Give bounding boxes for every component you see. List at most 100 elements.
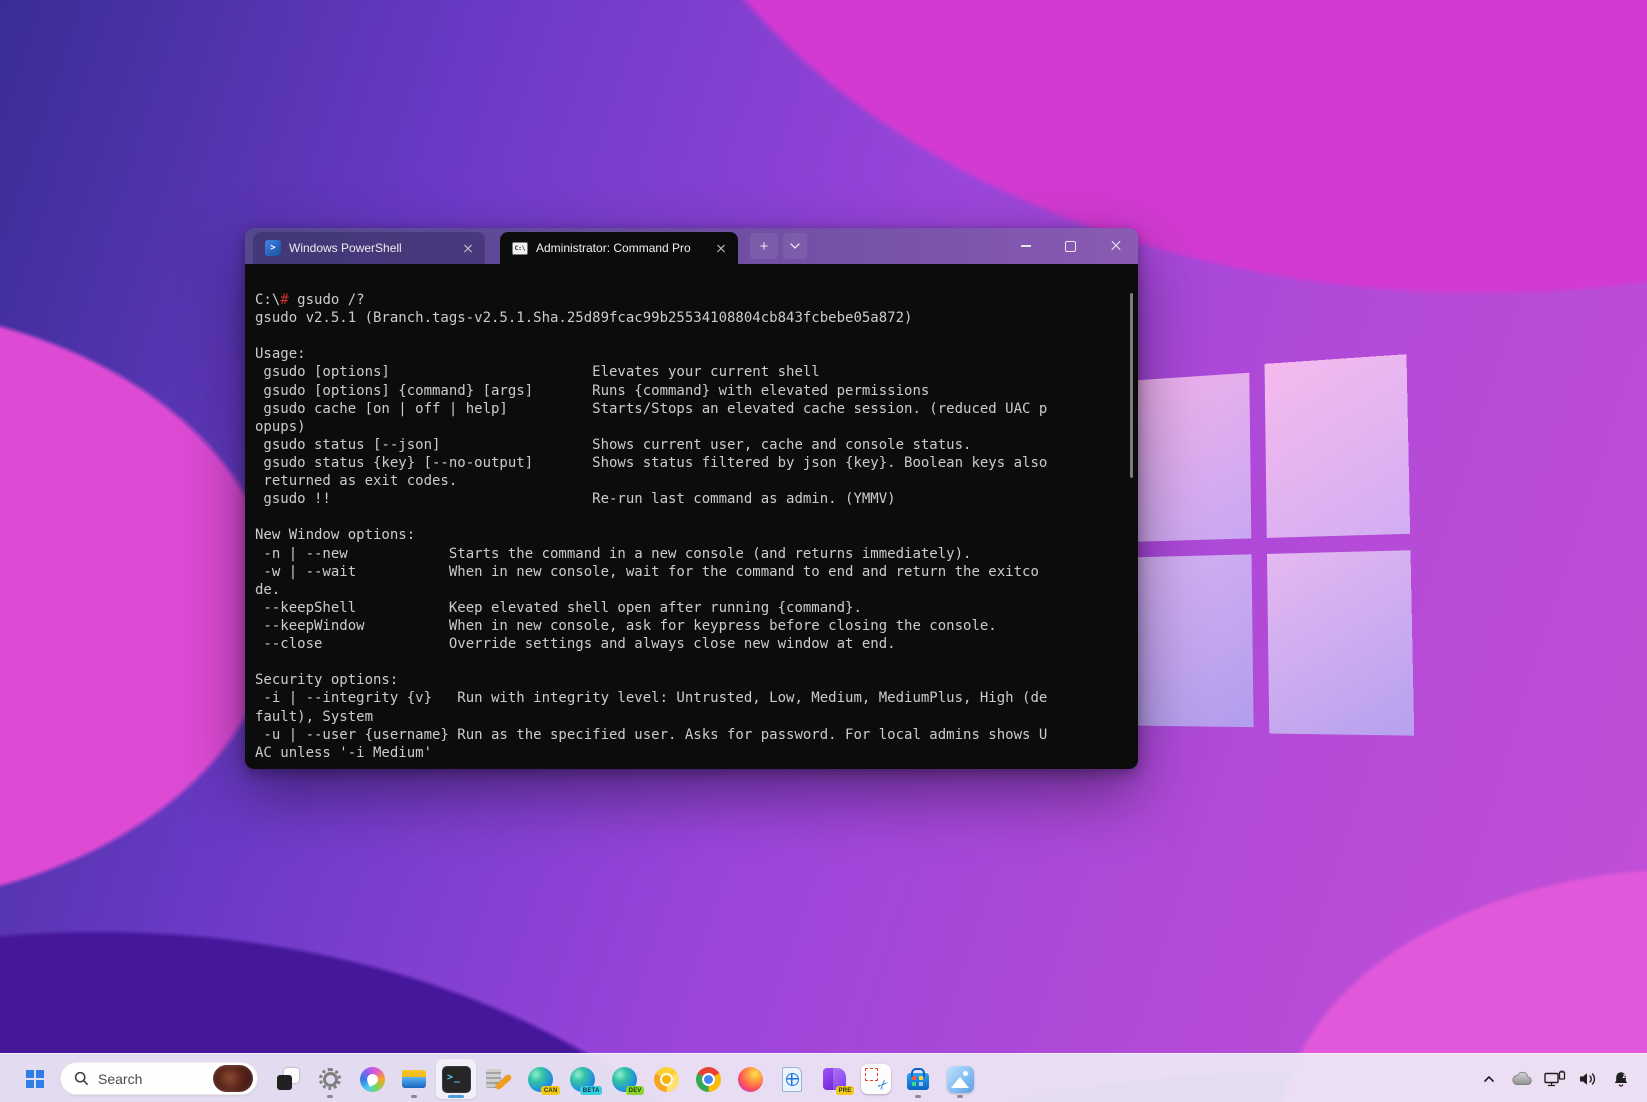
snipping-tool-icon — [861, 1064, 891, 1094]
tab-title: Windows PowerShell — [289, 241, 453, 255]
taskbar-copilot-button[interactable] — [352, 1059, 392, 1099]
minimize-button[interactable] — [1003, 228, 1048, 264]
tray-network-icon[interactable] — [1543, 1065, 1567, 1093]
chevron-down-icon — [790, 243, 800, 249]
taskbar-task-view-button[interactable] — [268, 1059, 308, 1099]
tray-bell-dnd-icon[interactable]: z — [1609, 1065, 1633, 1093]
terminal-output-line — [255, 327, 1126, 345]
taskbar-chrome-canary-button[interactable] — [646, 1059, 686, 1099]
taskbar-edge-dev-button[interactable]: DEV — [604, 1059, 644, 1099]
running-indicator — [915, 1095, 921, 1098]
terminal-output-line: gsudo status [--json] Shows current user… — [255, 436, 1126, 454]
tab-administrator-command-prompt[interactable]: C:\ Administrator: Command Pro — [500, 232, 738, 264]
terminal-icon — [441, 1064, 471, 1094]
windows-start-icon — [26, 1070, 44, 1088]
taskbar-apps: CAN BETA DEV PRE — [268, 1059, 980, 1099]
taskbar-terminal-button[interactable] — [436, 1059, 476, 1099]
edge-dev-icon: DEV — [609, 1064, 639, 1094]
edge-canary-badge: CAN — [541, 1086, 560, 1095]
terminal-output-line: de. — [255, 581, 1126, 599]
app-preview-badge: PRE — [836, 1086, 854, 1095]
tab-dropdown-button[interactable] — [783, 233, 807, 259]
windows-logo-pane — [1267, 550, 1414, 735]
terminal-output-line — [255, 508, 1126, 526]
terminal-titlebar[interactable]: > Windows PowerShell C:\ Administrator: … — [245, 228, 1138, 264]
terminal-window: > Windows PowerShell C:\ Administrator: … — [245, 228, 1138, 769]
chrome-icon — [693, 1064, 723, 1094]
tray-onedrive-icon[interactable] — [1510, 1065, 1534, 1093]
edge-beta-icon: BETA — [567, 1064, 597, 1094]
tray-chevron-up-icon[interactable] — [1477, 1065, 1501, 1093]
taskbar-html-file-button[interactable] — [772, 1059, 812, 1099]
terminal-output-line: opups) — [255, 418, 1126, 436]
windows-logo-pane — [1127, 554, 1254, 727]
terminal-output-line: -n | --new Starts the command in a new c… — [255, 545, 1126, 563]
edge-beta-badge: BETA — [580, 1086, 602, 1095]
terminal-content[interactable]: C:\# gsudo /? gsudo v2.5.1 (Branch.tags-… — [245, 264, 1138, 769]
terminal-output-line: --keepShell Keep elevated shell open aft… — [255, 599, 1126, 617]
taskbar-edge-canary-button[interactable]: CAN — [520, 1059, 560, 1099]
taskbar-file-explorer-button[interactable] — [394, 1059, 434, 1099]
terminal-output-line: New Window options: — [255, 526, 1126, 544]
search-icon — [74, 1071, 89, 1086]
html-file-icon — [777, 1064, 807, 1094]
cmd-icon: C:\ — [512, 242, 528, 255]
start-button[interactable] — [18, 1062, 52, 1096]
prompt-hash: # — [280, 292, 288, 308]
terminal-output-line: -i | --integrity {v} Run with integrity … — [255, 689, 1126, 707]
terminal-output-line: returned as exit codes. — [255, 472, 1126, 490]
terminal-output-line: AC unless '-i Medium' — [255, 744, 1126, 762]
taskbar-microsoft-store-button[interactable] — [898, 1059, 938, 1099]
terminal-prompt-line: C:\# gsudo /? — [255, 291, 1126, 309]
terminal-output-line: Usage: — [255, 345, 1126, 363]
app-preview-icon: PRE — [819, 1064, 849, 1094]
taskbar-snipping-tool-button[interactable] — [856, 1059, 896, 1099]
copilot-icon — [357, 1064, 387, 1094]
firefox-icon — [735, 1064, 765, 1094]
taskbar-edge-beta-button[interactable]: BETA — [562, 1059, 602, 1099]
terminal-output-line: gsudo [options] Elevates your current sh… — [255, 363, 1126, 381]
tab-close-icon[interactable] — [461, 241, 475, 255]
search-highlight-image[interactable] — [213, 1065, 253, 1092]
terminal-output-line — [255, 653, 1126, 671]
terminal-output-line: -w | --wait When in new console, wait fo… — [255, 563, 1126, 581]
terminal-output-line: gsudo !! Re-run last command as admin. (… — [255, 490, 1126, 508]
taskbar-search[interactable] — [60, 1062, 258, 1095]
file-explorer-icon — [399, 1064, 429, 1094]
taskbar: CAN BETA DEV PRE z — [0, 1053, 1647, 1102]
search-input[interactable] — [98, 1071, 213, 1087]
running-indicator — [957, 1095, 963, 1098]
tab-close-icon[interactable] — [714, 241, 728, 255]
close-button[interactable] — [1093, 228, 1138, 264]
taskbar-chrome-button[interactable] — [688, 1059, 728, 1099]
chrome-canary-icon — [651, 1064, 681, 1094]
edge-canary-icon: CAN — [525, 1064, 555, 1094]
new-tab-button[interactable]: + — [750, 233, 778, 259]
terminal-output-line: gsudo status {key} [--no-output] Shows s… — [255, 454, 1126, 472]
taskbar-photos-button[interactable] — [940, 1059, 980, 1099]
terminal-output-line: --close Override settings and always clo… — [255, 635, 1126, 653]
terminal-output-line: --keepWindow When in new console, ask fo… — [255, 617, 1126, 635]
taskbar-tweak-tool-button[interactable] — [478, 1059, 518, 1099]
tweak-tool-icon — [483, 1064, 513, 1094]
windows-logo-pane — [1126, 373, 1252, 542]
taskbar-firefox-button[interactable] — [730, 1059, 770, 1099]
running-indicator — [327, 1095, 333, 1098]
tab-windows-powershell[interactable]: > Windows PowerShell — [253, 232, 485, 264]
taskbar-settings-button[interactable] — [310, 1059, 350, 1099]
taskbar-app-preview-button[interactable]: PRE — [814, 1059, 854, 1099]
terminal-scrollbar[interactable] — [1130, 293, 1133, 478]
system-tray: z — [1477, 1054, 1633, 1102]
terminal-output: gsudo v2.5.1 (Branch.tags-v2.5.1.Sha.25d… — [255, 309, 1126, 762]
settings-icon — [315, 1064, 345, 1094]
terminal-output-line: gsudo cache [on | off | help] Starts/Sto… — [255, 400, 1126, 418]
running-indicator — [411, 1095, 417, 1098]
microsoft-store-icon — [903, 1064, 933, 1094]
terminal-output-line: gsudo v2.5.1 (Branch.tags-v2.5.1.Sha.25d… — [255, 309, 1126, 327]
edge-dev-badge: DEV — [626, 1086, 644, 1095]
window-controls — [1003, 228, 1138, 264]
maximize-button[interactable] — [1048, 228, 1093, 264]
tray-volume-icon[interactable] — [1576, 1065, 1600, 1093]
active-indicator — [448, 1095, 464, 1098]
terminal-output-line: -u | --user {username} Run as the specif… — [255, 726, 1126, 744]
